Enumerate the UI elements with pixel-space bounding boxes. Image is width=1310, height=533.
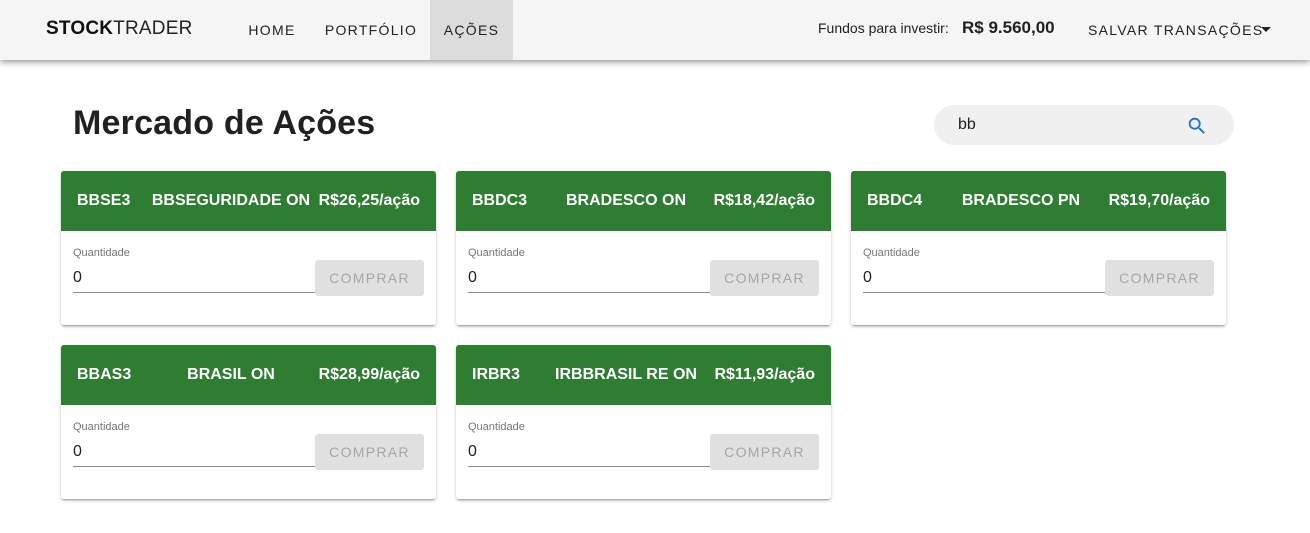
stock-name: BRADESCO PN xyxy=(961,192,1081,209)
buy-button[interactable]: COMPRAR xyxy=(1105,260,1214,296)
stock-code: BBAS3 xyxy=(77,366,132,383)
buy-button[interactable]: COMPRAR xyxy=(315,434,424,470)
stock-code: BBSE3 xyxy=(77,192,131,209)
stock-price: R$28,99/ação xyxy=(318,366,420,383)
stock-card-header: BBDC4 BRADESCO PN R$19,70/ação xyxy=(851,171,1226,231)
quantity-input[interactable] xyxy=(468,263,710,293)
page-title: Mercado de Ações xyxy=(73,104,376,142)
stock-code: BBDC3 xyxy=(472,192,528,209)
stock-name: BRASIL ON xyxy=(187,366,275,383)
funds-label: Fundos para investir: xyxy=(818,20,949,36)
funds-value: R$ 9.560,00 xyxy=(962,18,1055,37)
stock-card: BBSE3 BBSEGURIDADE ON R$26,25/ação Quant… xyxy=(61,171,436,325)
stock-name: BRADESCO ON xyxy=(565,192,686,209)
stock-price: R$11,93/ação xyxy=(714,366,815,383)
search-icon[interactable] xyxy=(1186,115,1208,137)
nav-acoes[interactable]: AÇÕES xyxy=(430,0,513,60)
quantity-label: Quantidade xyxy=(863,247,920,259)
stock-card: BBDC3 BRADESCO ON R$18,42/ação Quantidad… xyxy=(456,171,831,325)
stock-name: BBSEGURIDADE ON xyxy=(151,192,311,209)
quantity-input[interactable] xyxy=(73,263,315,293)
stock-card-header: IRBR3 IRBBRASIL RE ON R$11,93/ação xyxy=(456,345,831,405)
stock-card: IRBR3 IRBBRASIL RE ON R$11,93/ação Quant… xyxy=(456,345,831,499)
buy-button[interactable]: COMPRAR xyxy=(710,260,819,296)
save-transactions-label: SALVAR TRANSAÇÕES xyxy=(1088,22,1264,38)
caret-down-icon xyxy=(1261,27,1271,32)
stock-card: BBDC4 BRADESCO PN R$19,70/ação Quantidad… xyxy=(851,171,1226,325)
search-input[interactable] xyxy=(958,113,1178,137)
stock-name: IRBBRASIL RE ON xyxy=(555,366,697,383)
quantity-label: Quantidade xyxy=(468,247,525,259)
stock-price: R$19,70/ação xyxy=(1108,192,1210,209)
stock-card-header: BBDC3 BRADESCO ON R$18,42/ação xyxy=(456,171,831,231)
buy-button[interactable]: COMPRAR xyxy=(315,260,424,296)
brand-bold: STOCK xyxy=(46,18,114,39)
brand-light: TRADER xyxy=(113,18,193,39)
quantity-label: Quantidade xyxy=(73,421,130,433)
top-navbar: STOCKTRADER HOME PORTFÓLIO AÇÕES Fundos … xyxy=(0,0,1310,60)
quantity-label: Quantidade xyxy=(468,421,525,433)
stock-code: IRBR3 xyxy=(472,366,521,383)
save-transactions-menu[interactable]: SALVAR TRANSAÇÕES xyxy=(1078,12,1282,48)
stock-code: BBDC4 xyxy=(867,192,923,209)
buy-button[interactable]: COMPRAR xyxy=(710,434,819,470)
quantity-input[interactable] xyxy=(73,437,315,467)
nav-home[interactable]: HOME xyxy=(232,0,312,60)
quantity-label: Quantidade xyxy=(73,247,130,259)
stock-card-header: BBAS3 BRASIL ON R$28,99/ação xyxy=(61,345,436,405)
stock-price: R$18,42/ação xyxy=(713,192,815,209)
stock-card: BBAS3 BRASIL ON R$28,99/ação Quantidade … xyxy=(61,345,436,499)
quantity-input[interactable] xyxy=(863,263,1105,293)
nav-portfolio[interactable]: PORTFÓLIO xyxy=(312,0,430,60)
search-box xyxy=(934,105,1234,145)
quantity-input[interactable] xyxy=(468,437,710,467)
brand-logo[interactable]: STOCKTRADER xyxy=(46,18,193,40)
stock-card-header: BBSE3 BBSEGURIDADE ON R$26,25/ação xyxy=(61,171,436,231)
stock-price: R$26,25/ação xyxy=(318,192,420,209)
